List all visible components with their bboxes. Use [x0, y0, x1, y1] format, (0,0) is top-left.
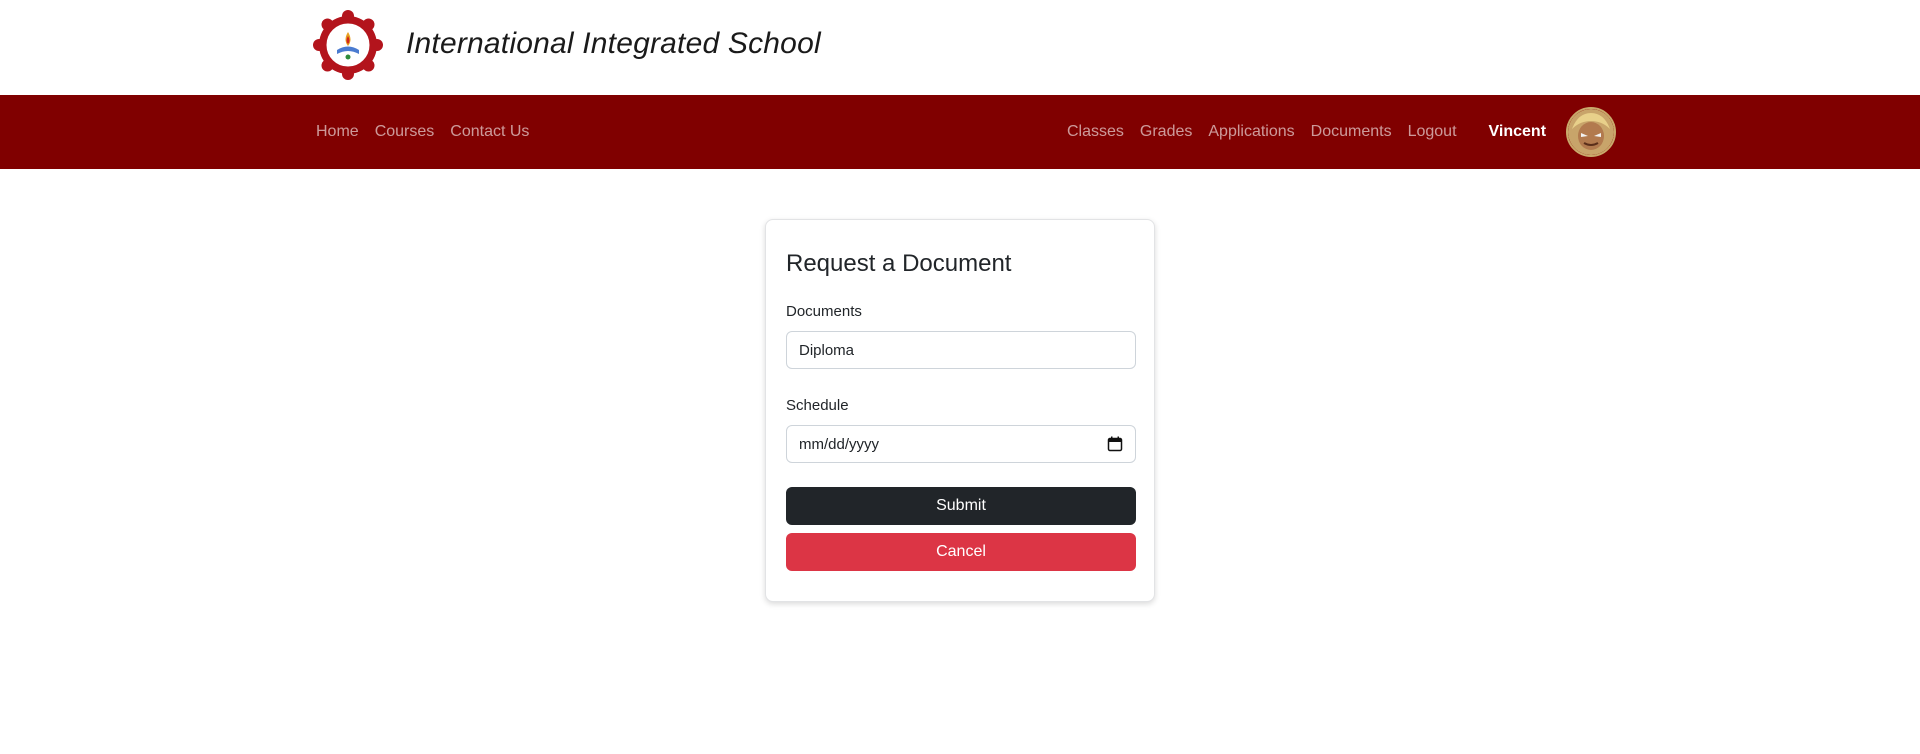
nav-link-classes[interactable]: Classes	[1059, 123, 1132, 141]
nav-link-home[interactable]: Home	[308, 123, 367, 141]
calendar-icon[interactable]	[1107, 436, 1123, 452]
documents-value: Diploma	[799, 341, 855, 359]
nav-link-documents[interactable]: Documents	[1303, 123, 1400, 141]
brand-header: International Integrated School	[0, 0, 1920, 95]
documents-label: Documents	[786, 303, 862, 320]
documents-select[interactable]: Diploma	[786, 331, 1136, 369]
nav-link-applications[interactable]: Applications	[1200, 123, 1302, 141]
schedule-value: mm/dd/yyyy	[799, 435, 880, 453]
main-navbar: Home Courses Contact Us Classes Grades A…	[0, 95, 1920, 169]
user-avatar-icon[interactable]	[1566, 107, 1617, 157]
school-logo-icon[interactable]	[313, 10, 383, 80]
school-name: International Integrated School	[406, 27, 821, 60]
nav-link-courses[interactable]: Courses	[367, 123, 443, 141]
user-name[interactable]: Vincent	[1481, 123, 1555, 141]
nav-left-group: Home Courses Contact Us	[308, 95, 537, 169]
request-document-card: Request a Document Documents Diploma Sch…	[765, 219, 1155, 602]
form-title: Request a Document	[786, 250, 1012, 277]
nav-link-logout[interactable]: Logout	[1400, 123, 1465, 141]
nav-link-contact-us[interactable]: Contact Us	[442, 123, 537, 141]
submit-button[interactable]: Submit	[786, 487, 1136, 525]
schedule-date-input[interactable]: mm/dd/yyyy	[786, 425, 1136, 463]
nav-link-grades[interactable]: Grades	[1132, 123, 1200, 141]
nav-right-group: Classes Grades Applications Documents Lo…	[1059, 95, 1617, 169]
cancel-button[interactable]: Cancel	[786, 533, 1136, 571]
schedule-label: Schedule	[786, 397, 849, 414]
